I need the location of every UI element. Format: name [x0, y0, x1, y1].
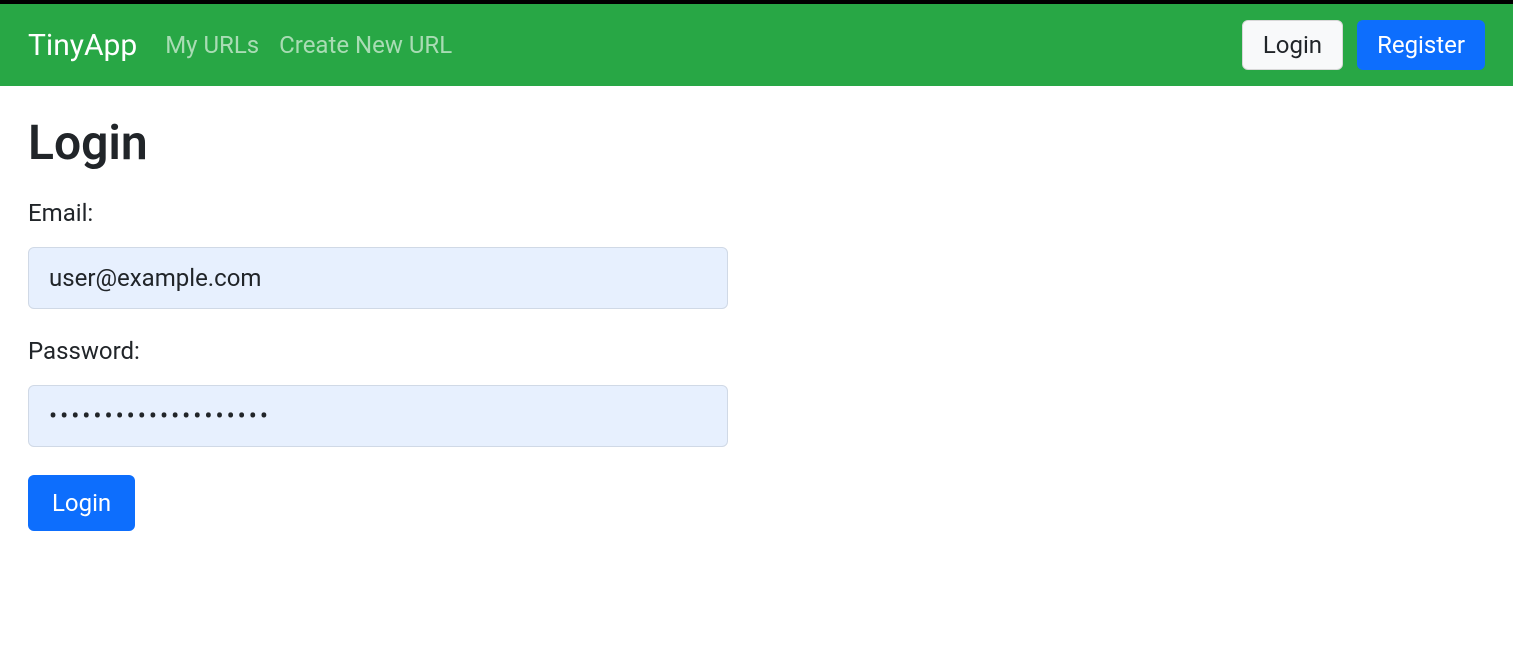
page-title: Login [28, 114, 1485, 171]
nav-link-my-urls[interactable]: My URLs [165, 31, 259, 59]
email-group: Email: [28, 199, 1485, 309]
navbar: TinyApp My URLs Create New URL Login Reg… [0, 4, 1513, 86]
email-label: Email: [28, 199, 1485, 227]
password-group: Password: [28, 337, 1485, 447]
nav-links: My URLs Create New URL [165, 31, 452, 59]
content: Login Email: Password: Login [0, 86, 1513, 559]
login-form: Email: Password: Login [28, 199, 1485, 531]
password-field[interactable] [28, 385, 728, 447]
brand-link[interactable]: TinyApp [28, 28, 137, 63]
nav-link-create-new-url[interactable]: Create New URL [279, 31, 452, 59]
login-submit-button[interactable]: Login [28, 475, 135, 531]
register-nav-button[interactable]: Register [1357, 20, 1485, 70]
email-field[interactable] [28, 247, 728, 309]
navbar-right: Login Register [1242, 20, 1485, 70]
password-label: Password: [28, 337, 1485, 365]
login-nav-button[interactable]: Login [1242, 20, 1343, 70]
navbar-left: TinyApp My URLs Create New URL [28, 28, 452, 63]
